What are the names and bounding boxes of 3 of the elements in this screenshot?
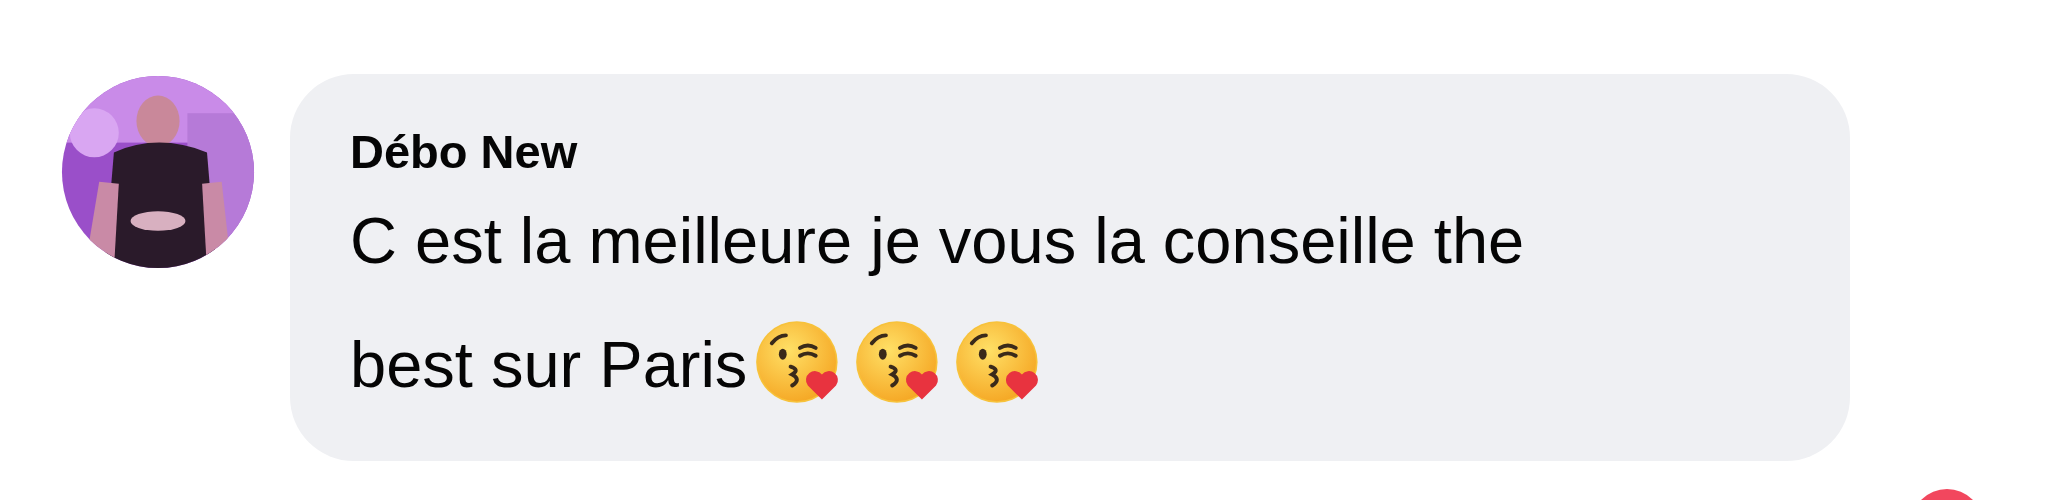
author-name[interactable]: Débo New [350,124,1790,179]
comment-text: best sur Paris [350,328,748,401]
comment-text: C est la meilleure je vous la conseille the [350,204,1525,277]
